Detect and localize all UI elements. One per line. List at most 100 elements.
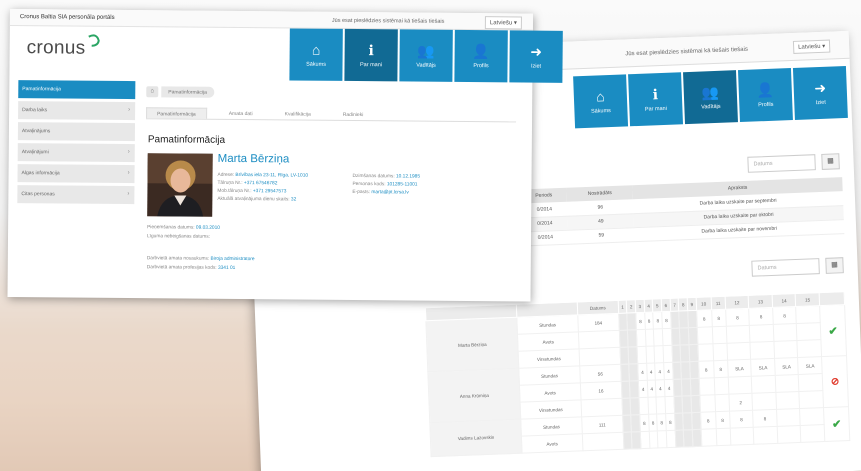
grid-cell[interactable] — [773, 323, 798, 342]
grid-cell[interactable] — [799, 390, 824, 409]
grid-cell[interactable] — [750, 341, 775, 360]
employee-name[interactable]: Marta Bērziņa — [425, 317, 519, 372]
nav-tab-vadītājs[interactable]: 👥 Vadītājs — [399, 29, 453, 82]
nav-tab-sākums[interactable]: ⌂ Sākums — [573, 74, 629, 129]
tab-item[interactable]: Pamatinformācija — [146, 107, 207, 119]
grid-row-total: 111 — [581, 415, 624, 434]
sidebar-item[interactable]: Atvaļinājums — [17, 122, 136, 142]
grid-cell[interactable]: 8 — [711, 309, 727, 327]
calendar-icon[interactable]: ▦ — [821, 153, 840, 170]
grid-cell[interactable]: 8 — [748, 307, 774, 326]
info-line: Aktuālā atvaļinājuma dienu skaits: 32 — [217, 196, 308, 205]
grid-cell[interactable]: 8 — [715, 411, 730, 429]
approved-check-icon[interactable]: ✔ — [823, 406, 850, 442]
back-language-select[interactable]: Latviešu ▾ — [792, 39, 831, 54]
front-language-select[interactable]: Latviešu ▾ — [484, 16, 522, 30]
grid-cell[interactable] — [697, 343, 714, 362]
grid-cell[interactable]: 8 — [725, 308, 750, 327]
grid-cell[interactable]: 8 — [696, 309, 713, 328]
grid-cell[interactable] — [699, 394, 716, 413]
calendar-icon[interactable]: ▦ — [825, 257, 844, 274]
nav-tab-iziet[interactable]: ➜ Iziet — [509, 30, 563, 83]
nav-tab-profils[interactable]: 👤 Profils — [454, 29, 508, 83]
grid-cell[interactable] — [712, 326, 727, 344]
back-date-input-2[interactable]: Datums — [751, 258, 820, 277]
grid-cell[interactable] — [697, 326, 713, 345]
employee-name[interactable]: Anna Krūmiņa — [427, 368, 521, 423]
grid-cell[interactable] — [726, 325, 751, 344]
profile-tabs: Pamatinformācija Amata dati Kvalifikācija R… — [146, 107, 517, 123]
cronus-logo[interactable]: cronus — [27, 37, 86, 60]
grid-cell[interactable] — [726, 342, 751, 361]
nav-tab-label: Sākums — [590, 107, 611, 115]
grid-cell[interactable] — [777, 425, 802, 444]
grid-cell[interactable]: 8 — [713, 360, 729, 378]
contact-info-right: Dzimšanas datums: 10.12.1985 Personas kod… — [352, 173, 420, 198]
grid-cell[interactable]: 8 — [772, 306, 797, 325]
grid-cell[interactable] — [776, 408, 801, 427]
grid-cell[interactable]: SLA — [750, 358, 776, 377]
info-value: 32 — [290, 197, 297, 203]
grid-cell[interactable]: SLA — [798, 356, 823, 375]
users-icon: 👥 — [701, 83, 720, 100]
grid-cell[interactable]: 2 — [728, 393, 753, 412]
grid-cell[interactable]: 8 — [729, 410, 754, 429]
sidebar-item[interactable]: Algas informācija › — [17, 164, 135, 184]
grid-cell[interactable] — [773, 340, 799, 359]
nav-tab-iziet[interactable]: ➜ Iziet — [792, 65, 848, 120]
chevron-right-icon: › — [127, 191, 130, 198]
grid-cell[interactable] — [797, 339, 822, 358]
tab-item[interactable]: Kvalifikācija — [275, 108, 321, 119]
grid-cell[interactable] — [715, 428, 731, 446]
contract-line: Līguma nebeigšanas datums: — [146, 234, 210, 240]
sidebar-item[interactable]: Atvaļinājumi › — [17, 143, 135, 163]
back-date-input-1[interactable]: Datums — [747, 154, 816, 173]
grid-cell[interactable]: 8 — [698, 360, 714, 379]
grid-cell[interactable] — [800, 424, 825, 443]
grid-row-total: 56 — [579, 364, 622, 383]
tab-item[interactable]: Amata dati — [219, 108, 263, 119]
nav-tab-label: Profils — [473, 62, 489, 69]
grid-cell[interactable] — [800, 407, 825, 426]
grid-cell[interactable]: SLA — [727, 359, 752, 378]
grid-cell[interactable]: SLA — [774, 357, 799, 376]
grid-cell[interactable] — [699, 377, 715, 396]
nav-tab-par-mani[interactable]: ℹ Par mani — [344, 28, 398, 82]
grid-cell[interactable] — [749, 324, 774, 343]
grid-cell[interactable] — [796, 305, 821, 324]
info-icon: ℹ — [652, 85, 659, 102]
grid-cell[interactable] — [751, 375, 776, 394]
grid-cell[interactable] — [729, 427, 755, 446]
front-main-nav: ⌂ Sākums ℹ Par mani 👥 Vadītājs 👤 Profils ➜ Iziet — [289, 28, 564, 83]
sidebar-item[interactable]: Darba laiks › — [18, 101, 136, 121]
front-login-status: Jūs esat pieslēdzies sistēmai kā tiešais… — [331, 17, 445, 25]
grid-cell[interactable] — [798, 373, 823, 392]
nav-tab-profils[interactable]: 👤 Profils — [737, 68, 793, 123]
nav-tab-par-mani[interactable]: ℹ Par mani — [628, 72, 684, 127]
rejected-icon[interactable]: ⊘ — [821, 355, 849, 408]
nav-tab-sākums[interactable]: ⌂ Sākums — [289, 28, 343, 81]
approved-check-icon[interactable]: ✔ — [819, 304, 847, 357]
grid-cell[interactable] — [701, 428, 717, 447]
nav-tab-vadītājs[interactable]: 👥 Vadītājs — [683, 70, 738, 125]
grid-cell[interactable] — [713, 377, 729, 395]
grid-cell[interactable] — [728, 376, 753, 395]
grid-cell[interactable]: 8 — [752, 409, 778, 428]
tab-item[interactable]: Radinieki — [333, 109, 374, 120]
home-icon[interactable]: ⌂ — [146, 85, 159, 97]
grid-cell[interactable] — [714, 394, 730, 412]
grid-cell[interactable] — [775, 374, 800, 393]
chevron-right-icon: › — [127, 149, 130, 156]
grid-cell[interactable] — [752, 392, 777, 411]
nav-tab-label: Vadītājs — [701, 103, 721, 111]
user-icon: 👤 — [472, 42, 490, 59]
sidebar-item[interactable]: Citas personas › — [17, 185, 135, 205]
grid-cell[interactable]: 8 — [700, 411, 716, 430]
grid-cell[interactable] — [775, 391, 801, 410]
grid-cell[interactable] — [753, 426, 778, 445]
grid-cell[interactable] — [796, 322, 821, 341]
grid-cell[interactable] — [712, 343, 728, 361]
grid-row-label: Avots — [521, 433, 583, 454]
sidebar-item[interactable]: Pamatinformācija — [18, 80, 136, 100]
employee-name[interactable]: Vadims Lazovskis — [429, 419, 523, 457]
